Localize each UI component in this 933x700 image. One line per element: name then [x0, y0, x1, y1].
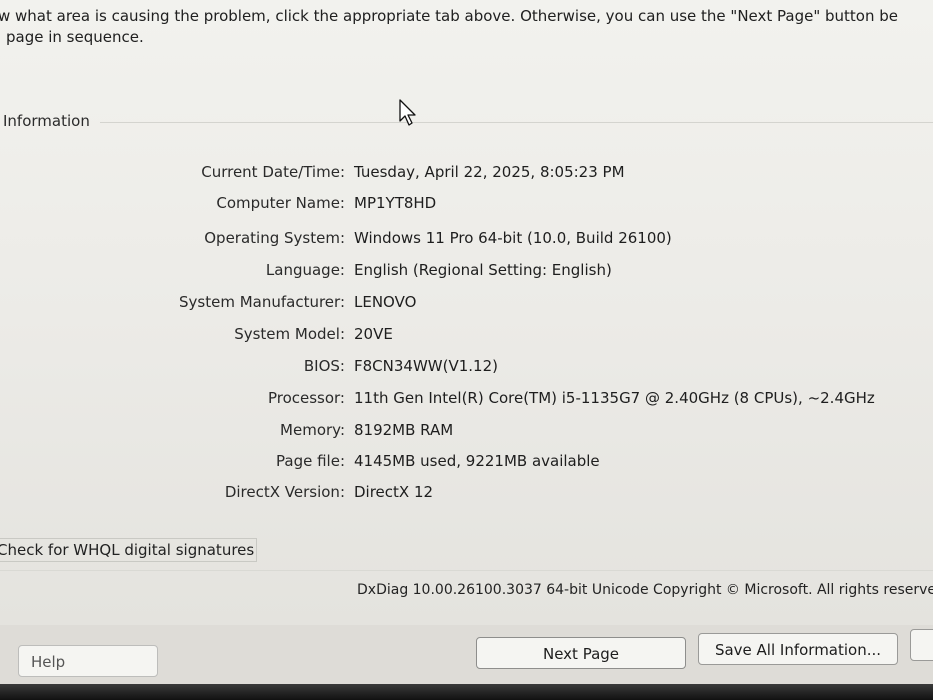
page-file-label: Page file: — [276, 452, 345, 470]
system-information-group-title: Information — [3, 112, 90, 130]
language-label: Language: — [265, 261, 345, 279]
directx-version-label: DirectX Version: — [224, 483, 345, 501]
processor-label: Processor: — [267, 389, 345, 407]
version-copyright-text: DxDiag 10.00.26100.3037 64-bit Unicode C… — [357, 582, 933, 598]
info-row-system-model: System Model: 20VE — [0, 322, 933, 346]
dxdiag-system-tab: w what area is causing the problem, clic… — [0, 0, 933, 700]
info-row-computer-name: Computer Name: MP1YT8HD — [0, 191, 933, 215]
system-model-label: System Model: — [234, 325, 345, 343]
computer-name-label: Computer Name: — [216, 194, 345, 212]
save-all-information-button[interactable]: Save All Information... — [698, 633, 898, 665]
bios-value: F8CN34WW(V1.12) — [354, 357, 498, 375]
intro-line-1: w what area is causing the problem, clic… — [0, 7, 899, 25]
info-row-system-manufacturer: System Manufacturer: LENOVO — [0, 290, 933, 314]
help-button[interactable]: Help — [18, 645, 158, 677]
info-row-bios: BIOS: F8CN34WW(V1.12) — [0, 354, 933, 378]
language-value: English (Regional Setting: English) — [354, 261, 612, 279]
info-row-page-file: Page file: 4145MB used, 9221MB available — [0, 449, 933, 473]
info-row-operating-system: Operating System: Windows 11 Pro 64-bit … — [0, 226, 933, 250]
info-row-directx-version: DirectX Version: DirectX 12 — [0, 480, 933, 504]
info-row-memory: Memory: 8192MB RAM — [0, 418, 933, 442]
memory-value: 8192MB RAM — [354, 421, 454, 439]
intro-line-2: page in sequence. — [6, 28, 144, 46]
system-manufacturer-value: LENOVO — [354, 293, 417, 311]
screen-bezel-edge — [0, 684, 933, 700]
whql-divider — [0, 570, 933, 571]
operating-system-label: Operating System: — [204, 229, 345, 247]
system-model-value: 20VE — [354, 325, 393, 343]
operating-system-value: Windows 11 Pro 64-bit (10.0, Build 26100… — [354, 229, 672, 247]
date-time-value: Tuesday, April 22, 2025, 8:05:23 PM — [354, 163, 625, 181]
computer-name-value: MP1YT8HD — [354, 194, 437, 212]
system-manufacturer-label: System Manufacturer: — [179, 293, 345, 311]
bios-label: BIOS: — [303, 357, 345, 375]
date-time-label: Current Date/Time: — [201, 163, 345, 181]
info-row-date-time: Current Date/Time: Tuesday, April 22, 20… — [0, 160, 933, 184]
info-row-language: Language: English (Regional Setting: Eng… — [0, 258, 933, 282]
intro-text: w what area is causing the problem, clic… — [0, 6, 933, 48]
whql-checkbox[interactable]: Check for WHQL digital signatures — [0, 538, 258, 562]
processor-value: 11th Gen Intel(R) Core(TM) i5-1135G7 @ 2… — [354, 389, 875, 407]
partial-button[interactable] — [910, 629, 933, 661]
memory-label: Memory: — [280, 421, 345, 439]
page-file-value: 4145MB used, 9221MB available — [354, 452, 600, 470]
info-row-processor: Processor: 11th Gen Intel(R) Core(TM) i5… — [0, 386, 933, 410]
next-page-button[interactable]: Next Page — [476, 637, 686, 669]
directx-version-value: DirectX 12 — [354, 483, 434, 501]
group-divider — [100, 122, 933, 123]
mouse-pointer-icon — [399, 99, 416, 126]
